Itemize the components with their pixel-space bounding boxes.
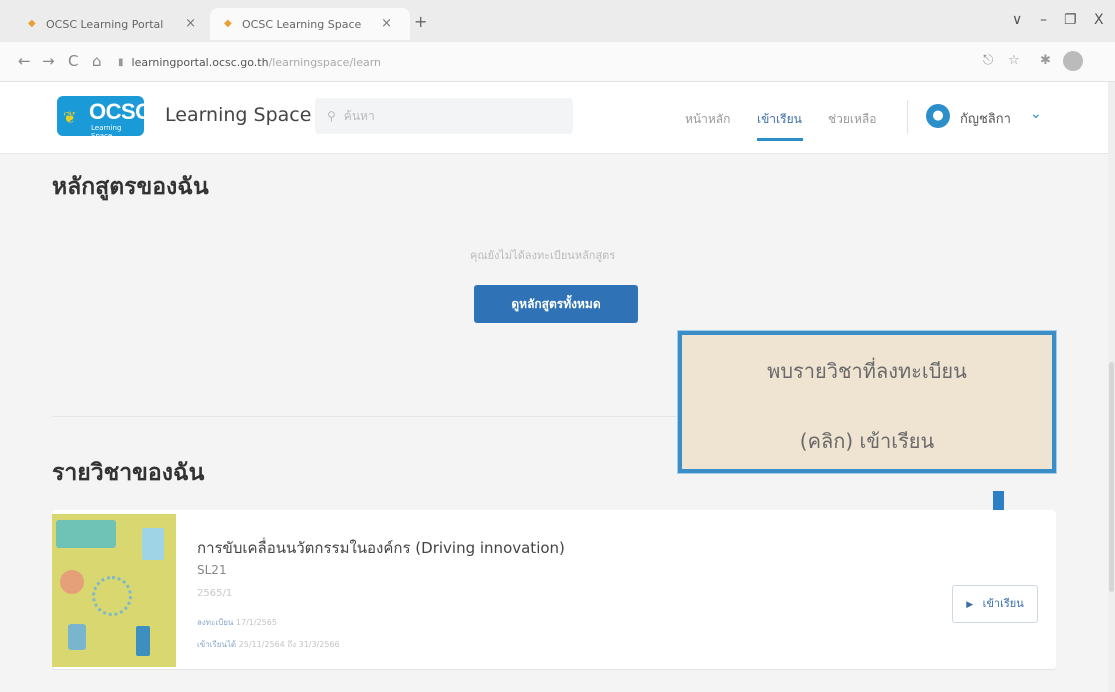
- ocsc-logo[interactable]: ❦ OCSC Learning Space: [57, 96, 151, 140]
- forward-icon[interactable]: →: [42, 52, 55, 70]
- search-placeholder: ค้นหา: [343, 108, 375, 123]
- play-icon: ▶: [966, 600, 974, 610]
- search-input[interactable]: ⚲ ค้นหา: [315, 98, 573, 134]
- chevron-down-icon[interactable]: ⌄: [1030, 106, 1042, 122]
- view-all-courses-button[interactable]: ดูหลักสูตรทั้งหมด: [474, 285, 638, 323]
- close-window-button[interactable]: X: [1094, 12, 1104, 28]
- browser-address-bar: ← → C ⌂ ▮ learningportal.ocsc.go.th /lea…: [0, 42, 1115, 82]
- lock-icon: ▮: [118, 56, 124, 68]
- back-icon[interactable]: ←: [18, 52, 31, 70]
- subject-card: การขับเคลื่อนนวัตกรรมในองค์กร (Driving i…: [52, 510, 1056, 670]
- browser-tab-learning-space[interactable]: ◆ OCSC Learning Space ×: [210, 8, 410, 40]
- tab-close-icon[interactable]: ×: [381, 16, 392, 31]
- course-thumbnail[interactable]: [52, 514, 176, 667]
- browser-tab-ocsc-portal[interactable]: ◆ OCSC Learning Portal ×: [14, 8, 214, 40]
- registered-label: ลงทะเบียน: [197, 618, 234, 627]
- browser-tab-bar: ◆ OCSC Learning Portal × ◆ OCSC Learning…: [0, 0, 1115, 42]
- tab-search-dropdown-icon[interactable]: ∨: [1012, 12, 1022, 28]
- favicon-icon: ◆: [224, 18, 232, 29]
- url-field[interactable]: ▮ learningportal.ocsc.go.th /learningspa…: [118, 50, 978, 74]
- user-avatar-icon[interactable]: ●: [926, 104, 950, 128]
- nav-help[interactable]: ช่วยเหลือ: [828, 110, 877, 129]
- nav-learn[interactable]: เข้าเรียน: [757, 110, 802, 129]
- course-registered: ลงทะเบียน 17/1/2565: [197, 616, 277, 629]
- share-icon[interactable]: ⎋: [983, 53, 993, 68]
- main-content: หลักสูตรของฉัน คุณยังไม่ได้ลงทะเบียนหลัก…: [0, 155, 1108, 692]
- enter-class-label: เข้าเรียน: [982, 597, 1024, 610]
- callout-line-1: พบรายวิชาที่ลงทะเบียน: [767, 359, 967, 383]
- user-name[interactable]: กัญชลิกา: [960, 108, 1011, 129]
- scrollbar-thumb[interactable]: [1109, 362, 1114, 592]
- logo-leaf-icon: ❦: [63, 108, 77, 127]
- logo-subtitle: Learning Space: [91, 124, 122, 140]
- course-term: 2565/1: [197, 588, 233, 599]
- new-tab-button[interactable]: +: [414, 12, 427, 31]
- search-icon: ⚲: [327, 109, 336, 123]
- reload-icon[interactable]: C: [68, 52, 78, 70]
- url-host: learningportal.ocsc.go.th: [131, 55, 269, 69]
- tab-title: OCSC Learning Space: [242, 17, 362, 31]
- header-divider: [907, 100, 908, 134]
- tab-title: OCSC Learning Portal: [46, 17, 164, 31]
- available-label: เข้าเรียนได้: [197, 640, 237, 649]
- tab-close-icon[interactable]: ×: [185, 16, 196, 31]
- site-header: ❦ OCSC Learning Space Learning Space ⚲ ค…: [0, 82, 1108, 154]
- site-title: Learning Space: [165, 104, 312, 126]
- extensions-icon[interactable]: ✱: [1040, 53, 1051, 68]
- page-scrollbar[interactable]: [1108, 82, 1115, 692]
- url-path: /learningspace/learn: [268, 55, 382, 69]
- enter-class-button[interactable]: ▶ เข้าเรียน: [952, 585, 1038, 623]
- favicon-icon: ◆: [28, 18, 36, 29]
- my-courses-heading: หลักสูตรของฉัน: [52, 174, 209, 200]
- course-code: SL21: [197, 563, 227, 577]
- instruction-callout: พบรายวิชาที่ลงทะเบียน (คลิก) เข้าเรียน: [678, 331, 1056, 473]
- logo-brand: OCSC: [89, 99, 151, 124]
- course-title[interactable]: การขับเคลื่อนนวัตกรรมในองค์กร (Driving i…: [197, 536, 565, 560]
- registered-date: 17/1/2565: [235, 618, 277, 627]
- active-nav-indicator: [757, 138, 803, 141]
- nav-home[interactable]: หน้าหลัก: [685, 110, 730, 129]
- restore-button[interactable]: ❐: [1064, 12, 1077, 28]
- course-availability: เข้าเรียนได้ 25/11/2564 ถึง 31/3/2566: [197, 638, 340, 651]
- profile-avatar-icon[interactable]: [1063, 51, 1083, 71]
- callout-line-2: (คลิก) เข้าเรียน: [799, 429, 935, 453]
- my-subjects-heading: รายวิชาของฉัน: [52, 460, 205, 486]
- home-icon[interactable]: ⌂: [92, 52, 102, 70]
- available-range: 25/11/2564 ถึง 31/3/2566: [238, 640, 340, 649]
- empty-courses-message: คุณยังไม่ได้ลงทะเบียนหลักสูตร: [470, 249, 616, 262]
- bookmark-star-icon[interactable]: ☆: [1008, 53, 1020, 68]
- minimize-button[interactable]: –: [1040, 12, 1047, 28]
